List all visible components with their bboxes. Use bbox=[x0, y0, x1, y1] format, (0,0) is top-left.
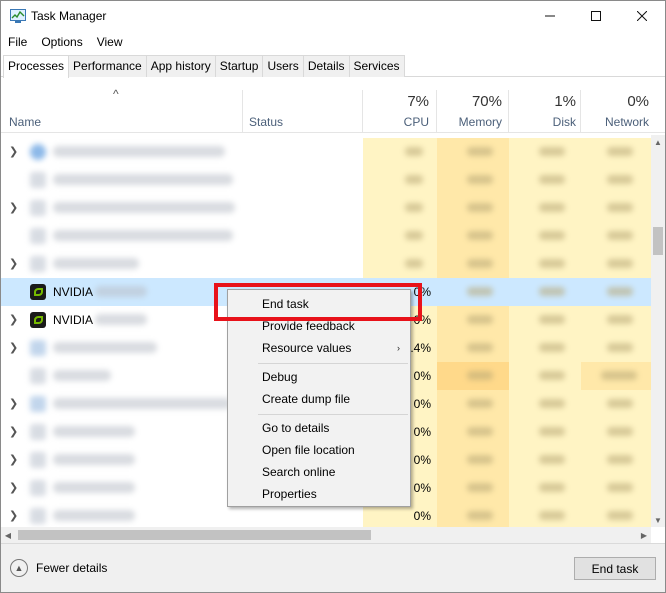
menu-item-create-dump-file[interactable]: Create dump file bbox=[228, 388, 410, 410]
menu-separator bbox=[258, 363, 408, 364]
disk-percent: 1% bbox=[554, 93, 576, 110]
expand-chevron-icon[interactable]: ❯ bbox=[9, 201, 18, 214]
table-row[interactable]: ❯ bbox=[1, 138, 651, 166]
menu-item-go-to-details[interactable]: Go to details bbox=[228, 417, 410, 439]
menu-separator bbox=[258, 414, 408, 415]
tab-details[interactable]: Details bbox=[302, 55, 350, 77]
expand-chevron-icon[interactable]: ❯ bbox=[9, 425, 18, 438]
memory-percent: 70% bbox=[471, 93, 502, 110]
column-name[interactable]: Name bbox=[9, 115, 41, 129]
menu-item-open-file-location[interactable]: Open file location bbox=[228, 439, 410, 461]
footer-bar: ▲ Fewer details End task bbox=[1, 543, 665, 592]
tab-startup[interactable]: Startup bbox=[214, 55, 264, 77]
menu-bar: File Options View bbox=[1, 32, 130, 52]
close-button[interactable] bbox=[619, 1, 665, 31]
submenu-arrow-icon: › bbox=[397, 343, 400, 353]
expand-chevron-icon[interactable]: ❯ bbox=[9, 257, 18, 270]
minimize-icon bbox=[545, 15, 555, 17]
horizontal-scrollbar[interactable]: ◀ ▶ bbox=[1, 527, 651, 543]
expand-chevron-icon[interactable]: ❯ bbox=[9, 145, 18, 158]
title-bar: Task Manager bbox=[1, 1, 665, 31]
table-row[interactable] bbox=[1, 222, 651, 250]
window-title: Task Manager bbox=[31, 9, 107, 23]
menu-item-resource-values[interactable]: Resource values › bbox=[228, 337, 410, 359]
horizontal-scroll-thumb[interactable] bbox=[18, 530, 371, 540]
table-row[interactable] bbox=[1, 166, 651, 194]
tab-performance[interactable]: Performance bbox=[68, 55, 147, 77]
context-menu: End task Provide feedback Resource value… bbox=[227, 289, 411, 507]
highlight-box bbox=[214, 283, 422, 321]
task-manager-icon bbox=[10, 9, 26, 23]
sort-ascending-icon: ^ bbox=[113, 87, 119, 101]
column-status[interactable]: Status bbox=[249, 115, 283, 129]
expand-chevron-icon[interactable]: ❯ bbox=[9, 397, 18, 410]
column-memory[interactable]: Memory bbox=[437, 115, 502, 129]
menu-file[interactable]: File bbox=[1, 32, 34, 52]
tab-processes[interactable]: Processes bbox=[3, 55, 70, 78]
table-row[interactable]: ❯ bbox=[1, 194, 651, 222]
column-disk[interactable]: Disk bbox=[509, 115, 576, 129]
scroll-left-icon[interactable]: ◀ bbox=[1, 527, 15, 543]
minimize-button[interactable] bbox=[527, 1, 573, 31]
maximize-button[interactable] bbox=[573, 1, 619, 31]
column-cpu[interactable]: CPU bbox=[363, 115, 429, 129]
menu-view[interactable]: View bbox=[90, 32, 130, 52]
tab-app-history[interactable]: App history bbox=[145, 55, 216, 77]
menu-item-properties[interactable]: Properties bbox=[228, 483, 410, 505]
column-header: ^ Name Status 7% CPU 70% Memory 1% Disk … bbox=[1, 80, 665, 133]
menu-item-search-online[interactable]: Search online bbox=[228, 461, 410, 483]
table-row[interactable]: ❯ bbox=[1, 250, 651, 278]
menu-item-debug[interactable]: Debug bbox=[228, 366, 410, 388]
fewer-details-toggle[interactable]: ▲ Fewer details bbox=[10, 559, 107, 577]
vertical-scroll-thumb[interactable] bbox=[653, 227, 663, 255]
scroll-down-icon[interactable]: ▼ bbox=[651, 513, 665, 527]
process-name: NVIDIA bbox=[53, 313, 94, 327]
process-name: NVIDIA bbox=[53, 285, 94, 299]
tab-strip: Processes Performance App history Startu… bbox=[1, 55, 665, 78]
expand-chevron-icon[interactable]: ❯ bbox=[9, 481, 18, 494]
expand-chevron-icon[interactable]: ❯ bbox=[9, 341, 18, 354]
expand-chevron-icon[interactable]: ❯ bbox=[9, 509, 18, 522]
close-icon bbox=[637, 11, 647, 21]
fewer-details-label: Fewer details bbox=[36, 561, 108, 575]
maximize-icon bbox=[591, 11, 601, 21]
expand-chevron-icon[interactable]: ❯ bbox=[9, 313, 18, 326]
expand-chevron-icon[interactable]: ❯ bbox=[9, 453, 18, 466]
scroll-right-icon[interactable]: ▶ bbox=[637, 527, 651, 543]
menu-item-label: Resource values bbox=[262, 341, 352, 355]
cpu-value: 0% bbox=[413, 509, 431, 523]
tab-users[interactable]: Users bbox=[262, 55, 304, 77]
nvidia-icon bbox=[30, 284, 46, 300]
network-percent: 0% bbox=[627, 93, 649, 110]
cpu-percent: 7% bbox=[407, 93, 429, 110]
vertical-scrollbar[interactable]: ▲ ▼ bbox=[651, 135, 665, 527]
nvidia-icon bbox=[30, 312, 46, 328]
end-task-button[interactable]: End task bbox=[574, 557, 656, 580]
tab-services[interactable]: Services bbox=[348, 55, 405, 77]
scroll-up-icon[interactable]: ▲ bbox=[651, 135, 665, 149]
menu-options[interactable]: Options bbox=[34, 32, 89, 52]
chevron-up-icon: ▲ bbox=[10, 559, 28, 577]
task-manager-window: Task Manager File Options View Processes… bbox=[0, 0, 666, 593]
column-network[interactable]: Network bbox=[581, 115, 649, 129]
